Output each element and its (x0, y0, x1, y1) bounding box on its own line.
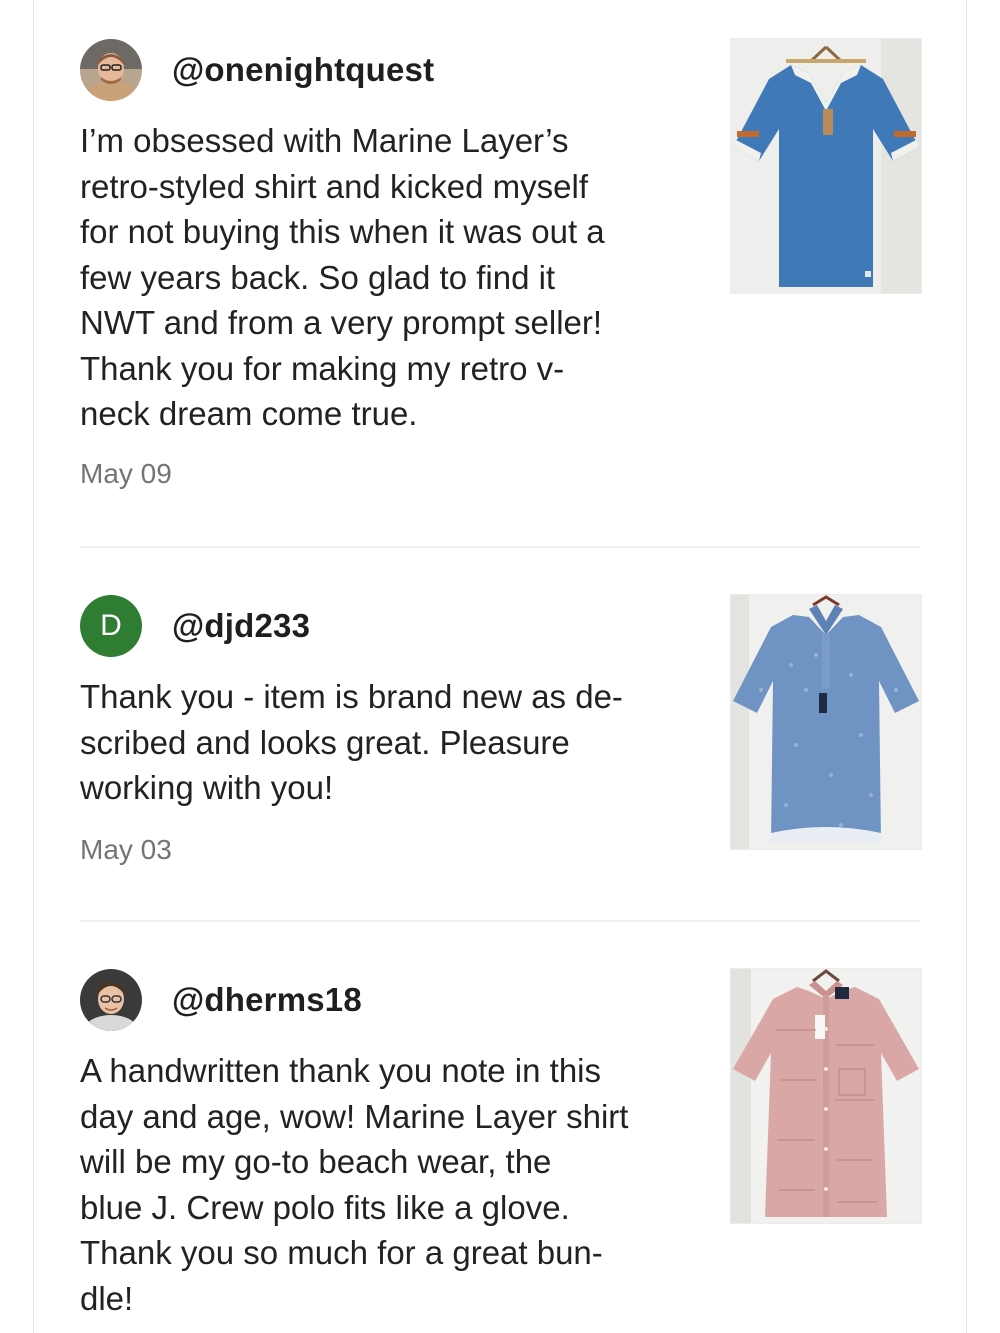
review-text-line: A handwritten thank you note in this (80, 1052, 602, 1089)
review-card: D @djd233 Thank you - item is brand new … (80, 594, 922, 874)
review-header: @onenightquest (80, 38, 434, 102)
user-avatar[interactable] (80, 39, 142, 101)
review-text-line: for not buying this when it was out a (80, 213, 605, 250)
review-text: Thank you - item is brand new as de- scr… (80, 674, 690, 811)
item-photo[interactable] (730, 594, 922, 850)
review-text-line: Thank you - item is brand new as de- (80, 678, 623, 715)
username[interactable]: @onenightquest (172, 51, 434, 89)
item-photo[interactable] (730, 38, 922, 294)
review-text-line: NWT and from a very prompt seller! (80, 304, 603, 341)
review-header: @dherms18 (80, 968, 362, 1032)
review-text: I’m obsessed with Marine Layer’s retro-s… (80, 118, 690, 437)
user-avatar[interactable]: D (80, 595, 142, 657)
right-border (966, 0, 967, 1333)
review-text-line: working with you! (80, 769, 334, 806)
review-text-line: will be my go-to beach wear, the (80, 1143, 552, 1180)
username[interactable]: @djd233 (172, 607, 310, 645)
review-text-line: I’m obsessed with Marine Layer’s (80, 122, 569, 159)
review-text-line: day and age, wow! Marine Layer shirt (80, 1097, 629, 1135)
avatar-letter: D (100, 609, 122, 642)
user-avatar[interactable] (80, 969, 142, 1031)
review-date: May 09 (80, 458, 172, 489)
review-text-line: Thank you for making my retro v- (80, 349, 565, 387)
review-card: @dherms18 A handwritten thank you note i… (80, 968, 922, 1328)
review-text-line: scribed and looks great. Pleasure (80, 723, 570, 761)
review-divider (80, 920, 920, 922)
review-card: @onenightquest I’m obsessed with Marine … (80, 38, 922, 508)
review-text-line: retro-styled shirt and kicked myself (80, 167, 589, 205)
review-text: A handwritten thank you note in this day… (80, 1048, 690, 1321)
review-text-line: few years back. So glad to find it (80, 258, 556, 296)
review-divider (80, 546, 920, 548)
review-text-line: blue J. Crew polo fits like a glove. (80, 1188, 570, 1226)
left-border (33, 0, 34, 1333)
review-header: D @djd233 (80, 594, 310, 658)
review-text-line: neck dream come true. (80, 395, 418, 432)
item-photo[interactable] (730, 968, 922, 1224)
review-date: May 03 (80, 834, 172, 865)
review-text-line: Thank you so much for a great bun- (80, 1234, 603, 1271)
username[interactable]: @dherms18 (172, 981, 362, 1019)
review-text-line: dle! (80, 1279, 134, 1317)
